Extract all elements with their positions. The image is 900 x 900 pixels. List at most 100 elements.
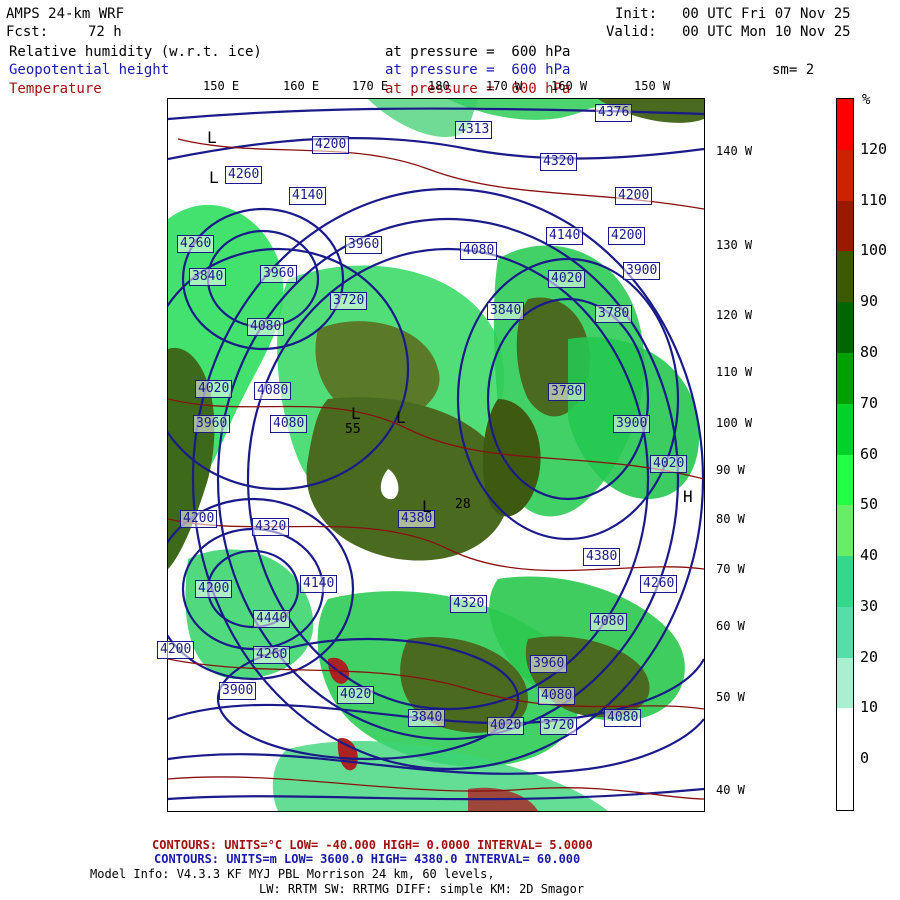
height-contour-label: 3960 bbox=[345, 236, 383, 254]
colorbar-tick-label: 0 bbox=[860, 749, 870, 768]
footer-height-contours: CONTOURS: UNITS=m LOW= 3600.0 HIGH= 4380… bbox=[154, 852, 581, 866]
height-contour-label: 3900 bbox=[219, 682, 257, 700]
init-value: 00 UTC Fri 07 Nov 25 bbox=[682, 6, 851, 22]
height-contour-label: 4080 bbox=[247, 318, 285, 336]
height-contour-label: 4200 bbox=[157, 641, 195, 659]
low-pressure-mark: L bbox=[351, 404, 361, 423]
height-contour-label: 4320 bbox=[252, 518, 290, 536]
height-contour-label: 4200 bbox=[608, 227, 646, 245]
init-label: Init: bbox=[615, 6, 658, 22]
height-contour-label: 4200 bbox=[615, 187, 653, 205]
height-contour-label: 4313 bbox=[455, 121, 493, 139]
forecast-label: Fcst: bbox=[6, 24, 49, 40]
height-contour-label: 4260 bbox=[177, 235, 215, 253]
lat-label-90w: 90 W bbox=[716, 463, 745, 477]
lat-label-140w: 140 W bbox=[716, 144, 753, 158]
temperature-contour-label: 28 bbox=[455, 497, 471, 512]
height-contour-label: 4320 bbox=[540, 153, 578, 171]
lon-label-170e: 170 E bbox=[352, 79, 389, 93]
valid-label: Valid: bbox=[606, 24, 657, 40]
height-contour-label: 4080 bbox=[254, 382, 292, 400]
low-pressure-mark: L bbox=[396, 408, 406, 427]
height-contour-label: 4080 bbox=[538, 687, 576, 705]
lat-label-70w: 70 W bbox=[716, 562, 745, 576]
temperature-contour-label: 55 bbox=[345, 422, 361, 437]
height-contour-label: 4140 bbox=[289, 187, 327, 205]
map-plot-area bbox=[167, 98, 705, 812]
field-rh-name: Relative humidity (w.r.t. ice) bbox=[9, 44, 262, 60]
colorbar-segment bbox=[837, 352, 853, 404]
colorbar-segment bbox=[837, 505, 853, 557]
low-pressure-mark: L bbox=[422, 497, 432, 516]
lat-label-80w: 80 W bbox=[716, 512, 745, 526]
colorbar-segment bbox=[837, 302, 853, 354]
height-contour-label: 4260 bbox=[225, 166, 263, 184]
lon-label-150w: 150 W bbox=[634, 79, 671, 93]
colorbar-segment bbox=[837, 454, 853, 506]
footer-physics-info: LW: RRTM SW: RRTMG DIFF: simple KM: 2D S… bbox=[259, 882, 585, 896]
colorbar-tick-label: 40 bbox=[860, 546, 879, 565]
colorbar-tick-label: 110 bbox=[860, 190, 888, 209]
smoothing-label: sm= 2 bbox=[772, 62, 815, 78]
lon-label-170w: 170 W bbox=[486, 79, 523, 93]
field-temp-name: Temperature bbox=[9, 81, 102, 97]
valid-value: 00 UTC Mon 10 Nov 25 bbox=[682, 24, 851, 40]
height-contour-label: 4020 bbox=[548, 270, 586, 288]
colorbar-tick-label: 50 bbox=[860, 495, 879, 514]
lat-label-130w: 130 W bbox=[716, 238, 753, 252]
lon-label-160e: 160 E bbox=[283, 79, 320, 93]
height-contour-label: 3720 bbox=[540, 717, 578, 735]
height-contour-label: 4320 bbox=[450, 595, 488, 613]
colorbar bbox=[836, 98, 854, 811]
colorbar-unit: % bbox=[862, 92, 871, 108]
model-title: AMPS 24-km WRF bbox=[6, 6, 125, 22]
height-contour-label: 4140 bbox=[546, 227, 584, 245]
footer-model-info: Model Info: V4.3.3 KF MYJ PBL Morrison 2… bbox=[90, 867, 495, 881]
lat-label-50w: 50 W bbox=[716, 690, 745, 704]
forecast-value: 72 h bbox=[88, 24, 122, 40]
height-contour-label: 4440 bbox=[253, 610, 291, 628]
colorbar-segment bbox=[837, 759, 853, 811]
lon-label-160w: 160 W bbox=[551, 79, 588, 93]
colorbar-tick-label: 10 bbox=[860, 698, 879, 717]
height-contour-label: 3960 bbox=[193, 415, 231, 433]
colorbar-segment bbox=[837, 657, 853, 709]
colorbar-tick-label: 60 bbox=[860, 444, 879, 463]
colorbar-segment bbox=[837, 556, 853, 608]
low-pressure-mark: L bbox=[209, 168, 219, 187]
lon-label-180: 180 bbox=[428, 79, 450, 93]
height-contour-label: 4080 bbox=[460, 242, 498, 260]
lat-label-110w: 110 W bbox=[716, 365, 753, 379]
lat-label-120w: 120 W bbox=[716, 308, 753, 322]
height-contour-label: 4080 bbox=[604, 709, 642, 727]
low-pressure-mark: L bbox=[207, 128, 217, 147]
field-height-pressure: at pressure = 600 hPa bbox=[385, 62, 571, 78]
height-contour-label: 3780 bbox=[548, 383, 586, 401]
map-field-graphic bbox=[168, 99, 704, 811]
height-contour-label: 4260 bbox=[253, 646, 291, 664]
colorbar-segment bbox=[837, 200, 853, 252]
lat-label-100w: 100 W bbox=[716, 416, 753, 430]
height-contour-label: 4380 bbox=[583, 548, 621, 566]
colorbar-segment bbox=[837, 606, 853, 658]
height-contour-label: 3720 bbox=[330, 292, 368, 310]
height-contour-label: 3900 bbox=[623, 262, 661, 280]
lon-label-150e: 150 E bbox=[203, 79, 240, 93]
height-contour-label: 3840 bbox=[189, 268, 227, 286]
height-contour-label: 4260 bbox=[640, 575, 678, 593]
colorbar-tick-label: 80 bbox=[860, 342, 879, 361]
height-contour-label: 4140 bbox=[300, 575, 338, 593]
lat-label-60w: 60 W bbox=[716, 619, 745, 633]
height-contour-label: 4080 bbox=[590, 613, 628, 631]
field-height-name: Geopotential height bbox=[9, 62, 170, 78]
colorbar-segment bbox=[837, 708, 853, 760]
height-contour-label: 3900 bbox=[613, 415, 651, 433]
height-contour-label: 4376 bbox=[595, 104, 633, 122]
height-contour-label: 3840 bbox=[408, 709, 446, 727]
height-contour-label: 4200 bbox=[312, 136, 350, 154]
height-contour-label: 3780 bbox=[595, 305, 633, 323]
high-pressure-mark: H bbox=[683, 487, 693, 506]
lat-label-40w: 40 W bbox=[716, 783, 745, 797]
height-contour-label: 4020 bbox=[195, 380, 233, 398]
height-contour-label: 4020 bbox=[487, 717, 525, 735]
